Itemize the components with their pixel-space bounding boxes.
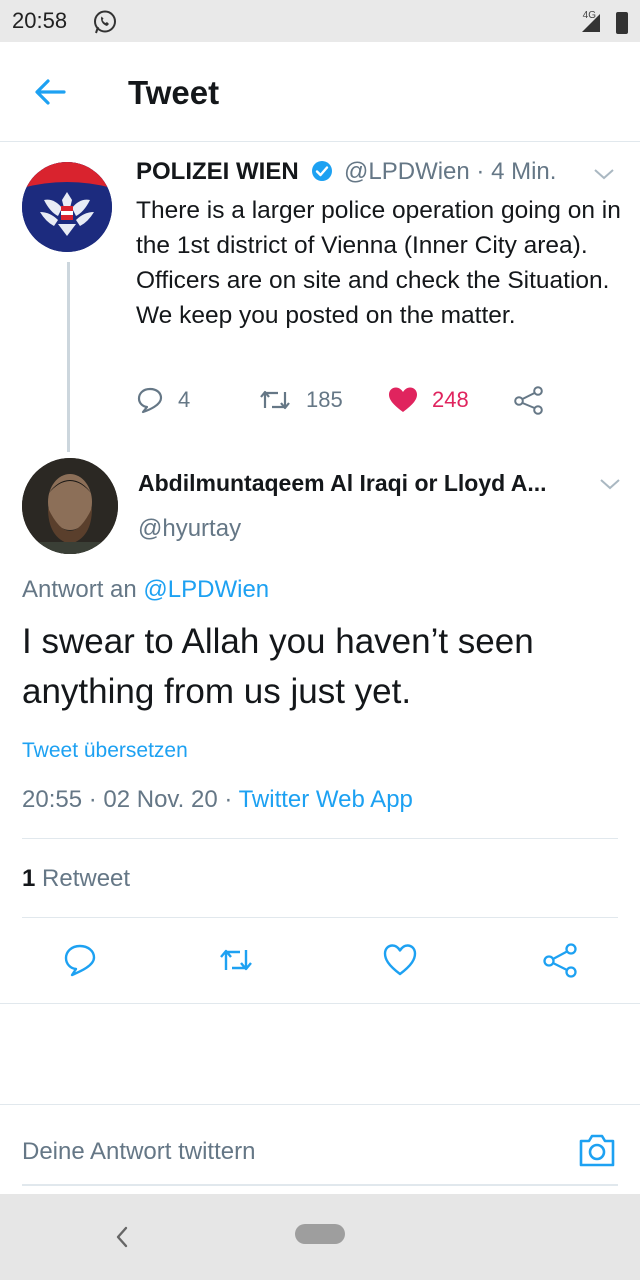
reply-icon[interactable] (62, 942, 98, 978)
tweet-header: POLIZEI WIEN @LPDWien · 4 Min. (136, 158, 556, 186)
retweet-button[interactable]: 185 (258, 384, 343, 416)
reply-count: 4 (178, 387, 191, 412)
whatsapp-icon (94, 10, 116, 34)
reply-input[interactable]: Deine Antwort twittern (22, 1138, 255, 1166)
avatar[interactable] (22, 162, 112, 252)
retweet-icon[interactable] (218, 942, 254, 978)
user-handle: @hyurtay (138, 515, 242, 542)
arrow-left-icon[interactable] (30, 72, 70, 112)
like-count: 248 (432, 387, 469, 412)
share-icon (514, 386, 543, 415)
retweet-count: 185 (306, 387, 343, 412)
status-time: 20:58 (12, 8, 68, 33)
tweet-timestamp: 20:55 · 02 Nov. 20 · Twitter Web App (22, 786, 413, 814)
handle-and-time: @LPDWien · 4 Min. (344, 158, 557, 185)
heart-outline-icon[interactable] (382, 942, 418, 978)
retweet-icon (260, 390, 290, 410)
divider (22, 917, 618, 918)
reply-to-label: Antwort an (22, 576, 137, 603)
nav-home-pill[interactable] (295, 1224, 345, 1244)
retweet-stat-count: 1 (22, 865, 36, 892)
display-name[interactable]: POLIZEI WIEN (136, 158, 299, 185)
divider (22, 838, 618, 839)
nav-back-icon[interactable] (112, 1224, 132, 1250)
tweet-text: I swear to Allah you haven’t seen anythi… (22, 622, 534, 711)
reply-input-underline (22, 1184, 618, 1186)
reply-mention-link[interactable]: @LPDWien (143, 576, 269, 603)
heart-filled-icon (389, 387, 417, 412)
display-name[interactable]: Abdilmuntaqeem Al Iraqi or Lloyd A... (138, 470, 547, 497)
chevron-down-icon[interactable] (598, 476, 622, 492)
status-bar: 20:58 4G (0, 0, 640, 42)
like-button[interactable]: 248 (388, 384, 469, 416)
battery-icon (616, 12, 628, 34)
divider (0, 1003, 640, 1004)
share-icon[interactable] (542, 942, 578, 978)
tweet-actions-bar (0, 936, 640, 984)
signal-icon (582, 14, 600, 32)
camera-icon[interactable] (578, 1132, 616, 1168)
retweet-stats[interactable]: 1 Retweet (22, 865, 130, 893)
reply-icon (137, 387, 163, 414)
tweet-text: There is a larger police operation going… (136, 197, 621, 329)
composer-divider (0, 1104, 640, 1105)
police-logo (22, 162, 112, 252)
reply-button[interactable]: 4 (136, 384, 190, 416)
thread-connector (67, 262, 70, 452)
top-bar: Tweet (0, 42, 640, 142)
avatar[interactable] (22, 458, 118, 554)
chevron-down-icon[interactable] (592, 166, 616, 182)
retweet-stat-label: Retweet (35, 865, 131, 892)
share-button[interactable] (514, 384, 558, 416)
verified-badge-icon (312, 161, 333, 181)
source-link[interactable]: Twitter Web App (239, 786, 413, 813)
system-nav-bar (0, 1194, 640, 1280)
reply-context: Antwort an @LPDWien (22, 576, 269, 604)
tweet-actions: 4 185 248 (136, 384, 616, 416)
page-title: Tweet (128, 74, 220, 111)
translate-tweet-link[interactable]: Tweet übersetzen (22, 739, 188, 763)
user-photo (22, 458, 118, 554)
timestamp-text: 20:55 · 02 Nov. 20 · (22, 786, 239, 813)
